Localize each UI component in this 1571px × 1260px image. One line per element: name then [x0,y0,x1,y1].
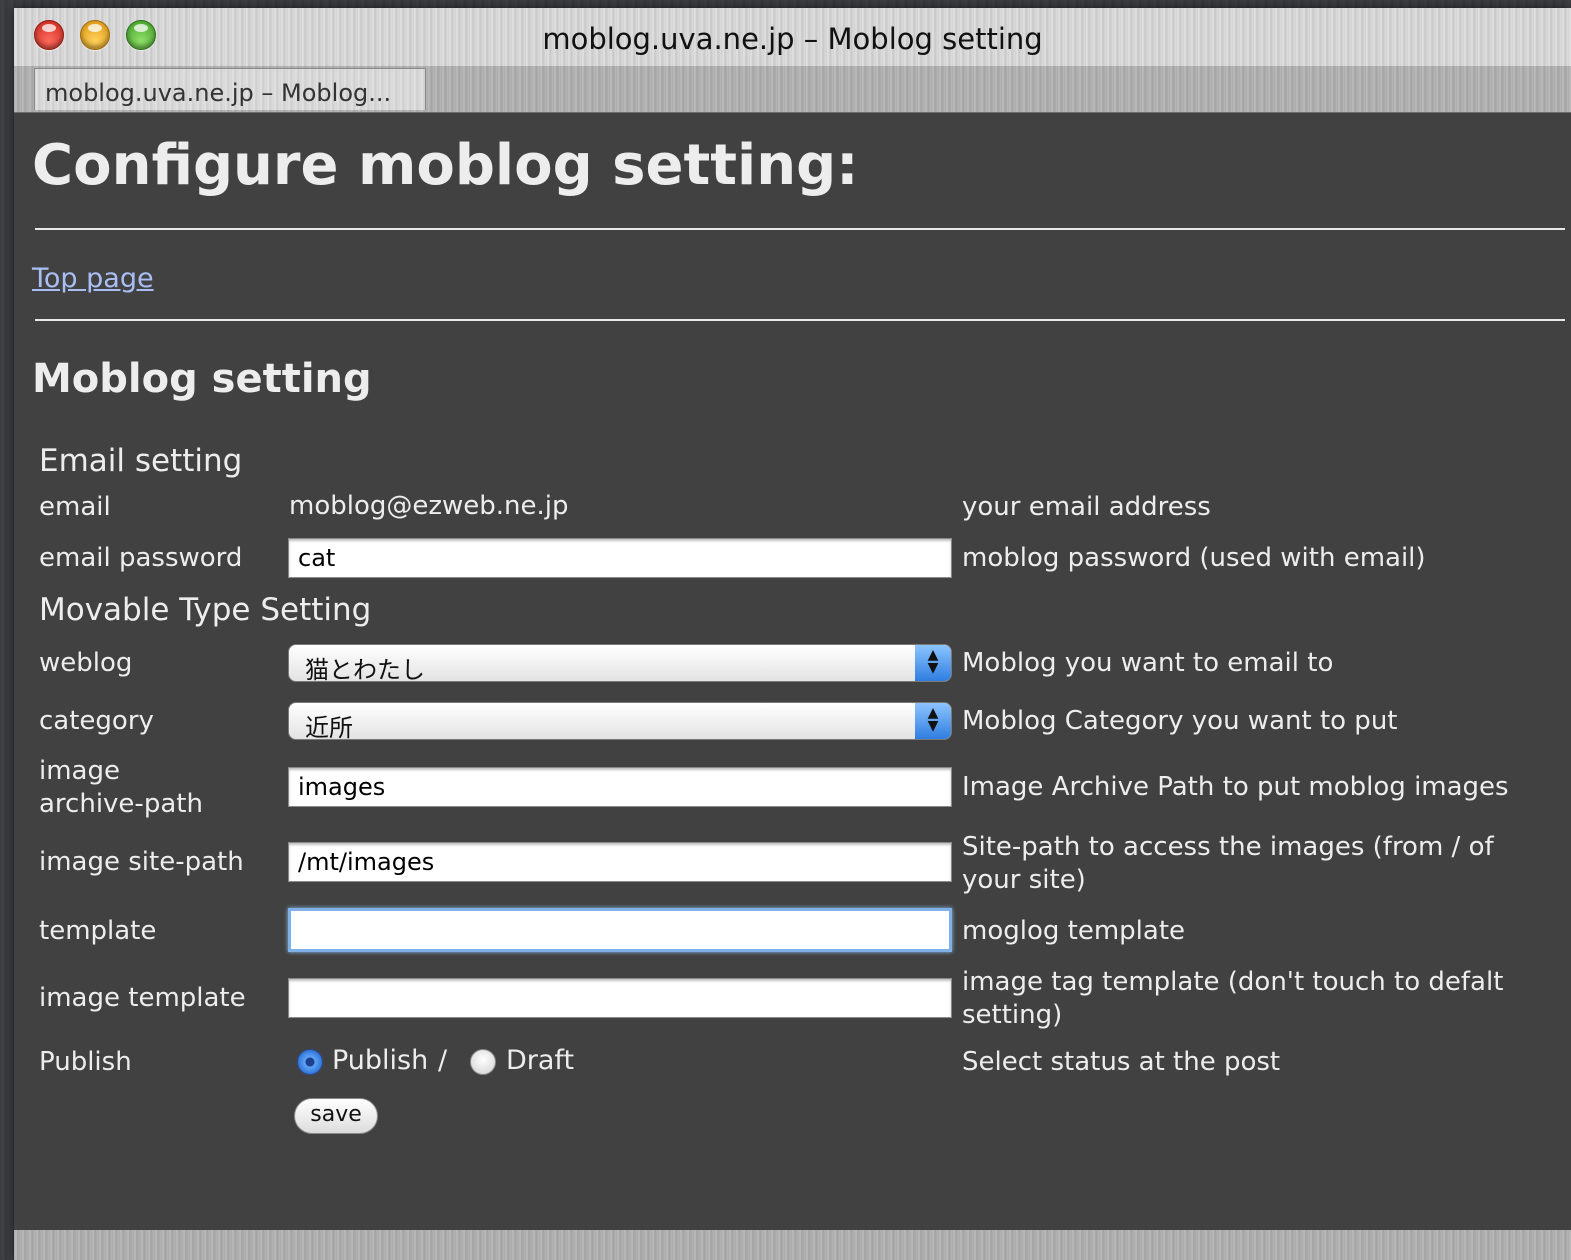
email-password-input[interactable] [288,538,952,578]
email-setting-heading: Email setting [39,443,243,479]
template-input[interactable] [288,908,952,952]
window-title: moblog.uva.ne.jp – Moblog setting [542,22,1043,56]
category-selected-value: 近所 [305,714,353,742]
weblog-label: weblog [39,648,133,678]
image-template-input[interactable] [288,978,952,1018]
email-value: moblog@ezweb.ne.jp [289,491,569,521]
template-label: template [39,916,157,946]
page-content: Configure moblog setting: Top page Moblo… [14,113,1571,1235]
draft-radio[interactable] [470,1049,496,1075]
email-label: email [39,492,111,522]
template-description: moglog template [962,916,1186,946]
category-description: Moblog Category you want to put [962,706,1398,736]
image-archive-path-label-line2: archive-path [39,789,203,819]
category-label: category [39,706,154,736]
updown-arrows-icon: ▲ ▼ [915,703,951,739]
image-archive-path-label: image archive-path [39,755,203,821]
top-page-link[interactable]: Top page [32,263,154,294]
movable-type-heading: Movable Type Setting [39,592,372,628]
divider [35,319,1565,321]
browser-window: moblog.uva.ne.jp – Moblog setting moblog… [14,8,1571,1260]
image-template-description: image tag template (don't touch to defal… [962,966,1542,1032]
image-site-path-description-line1: Site-path to access the images (from / o… [962,832,1494,862]
publish-radio[interactable] [297,1049,323,1075]
updown-arrows-icon: ▲ ▼ [915,645,951,681]
email-description: your email address [962,492,1211,522]
weblog-description: Moblog you want to email to [962,648,1334,678]
image-site-path-description-line2: your site) [962,865,1086,895]
image-archive-path-description: Image Archive Path to put moblog images [962,772,1509,802]
tab-bar: moblog.uva.ne.jp – Moblog... [14,66,1571,113]
email-password-description: moblog password (used with email) [962,543,1426,573]
image-archive-path-label-line1: image [39,756,120,786]
weblog-select[interactable]: 猫とわたし ▲ ▼ [288,644,952,684]
status-bar [14,1230,1571,1260]
image-site-path-input[interactable] [288,842,952,882]
category-select[interactable]: 近所 ▲ ▼ [288,702,952,742]
option-separator: / [438,1045,448,1076]
divider [35,228,1565,230]
publish-description: Select status at the post [962,1047,1281,1077]
image-template-description-line2: setting) [962,1000,1063,1030]
image-template-description-line1: image tag template (don't touch to defal… [962,967,1504,997]
publish-option-label: Publish [332,1045,429,1076]
tab-moblog-setting[interactable]: moblog.uva.ne.jp – Moblog... [34,68,426,110]
page-title: Configure moblog setting: [32,133,859,198]
image-template-label: image template [39,983,246,1013]
draft-option-label: Draft [506,1045,575,1076]
weblog-selected-value: 猫とわたし [305,656,425,684]
email-password-label: email password [39,543,243,573]
title-bar[interactable]: moblog.uva.ne.jp – Moblog setting [14,8,1571,67]
save-button[interactable]: save [294,1098,378,1134]
publish-label: Publish [39,1047,132,1077]
image-site-path-label: image site-path [39,847,244,877]
section-title: Moblog setting [32,356,372,402]
image-archive-path-input[interactable] [288,767,952,807]
image-site-path-description: Site-path to access the images (from / o… [962,831,1542,897]
